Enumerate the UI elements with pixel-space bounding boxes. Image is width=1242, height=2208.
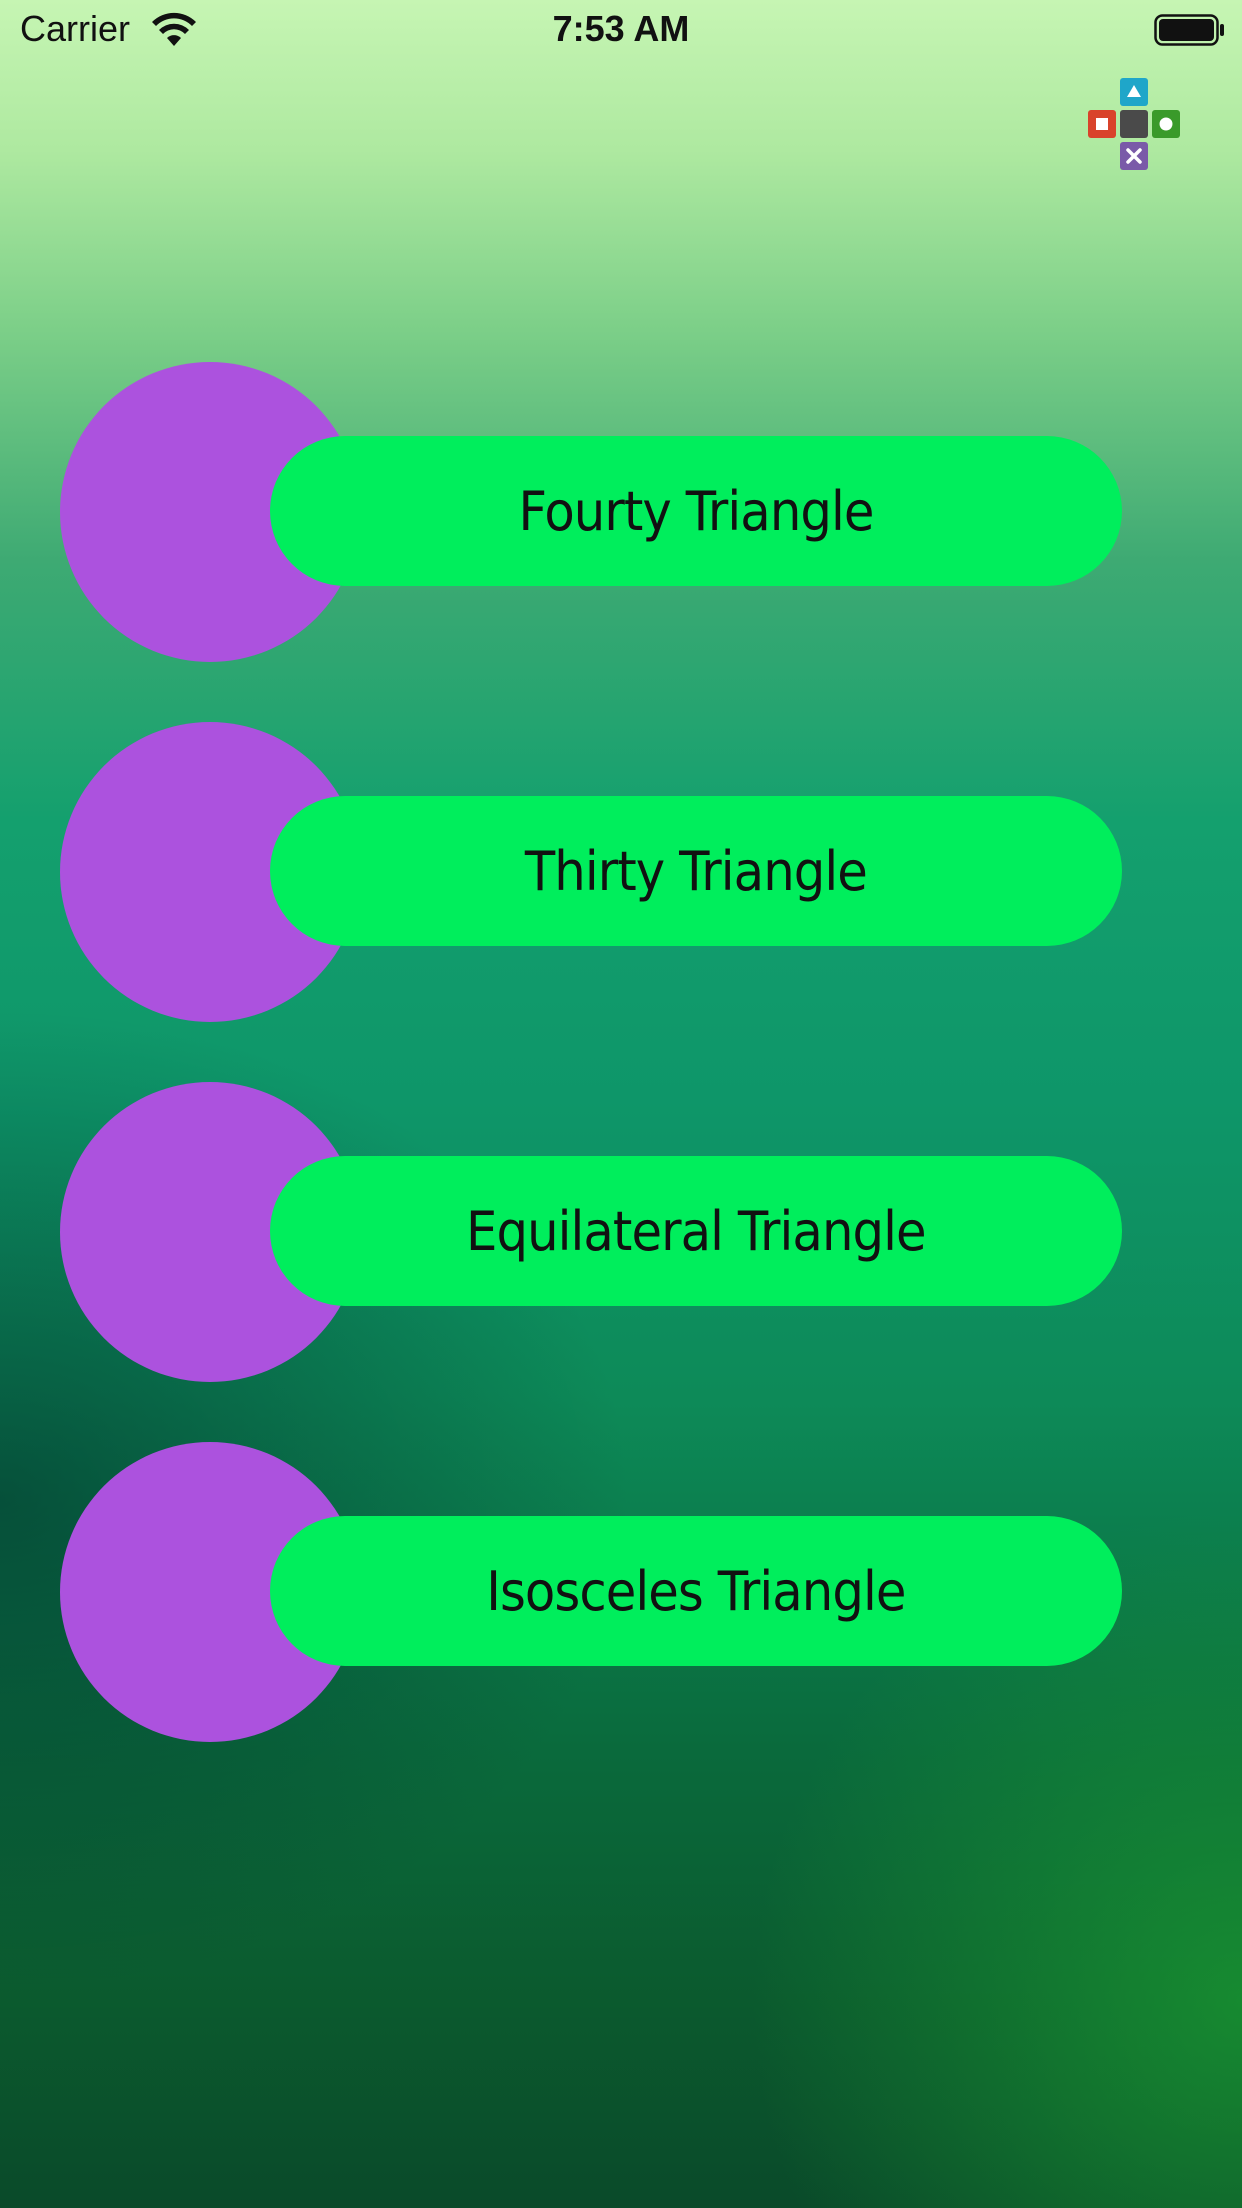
status-bar: Carrier 7:53 AM — [0, 0, 1242, 62]
button-label: Thirty Triangle — [524, 839, 868, 903]
equilateral-triangle-button[interactable]: Equilateral Triangle — [270, 1156, 1122, 1306]
button-label: Isosceles Triangle — [486, 1559, 906, 1623]
menu-row-isosceles: Isosceles Triangle — [60, 1442, 1122, 1742]
thirty-triangle-button[interactable]: Thirty Triangle — [270, 796, 1122, 946]
clock: 7:53 AM — [552, 8, 690, 49]
fourty-triangle-button[interactable]: Fourty Triangle — [270, 436, 1122, 586]
isosceles-triangle-button[interactable]: Isosceles Triangle — [270, 1516, 1122, 1666]
game-controls-logo-icon[interactable] — [1086, 76, 1182, 174]
menu-row-fourty: Fourty Triangle — [60, 362, 1122, 662]
button-label: Equilateral Triangle — [466, 1199, 927, 1263]
menu-row-thirty: Thirty Triangle — [60, 722, 1122, 1022]
button-label: Fourty Triangle — [518, 479, 874, 543]
battery-icon — [1154, 14, 1224, 46]
menu-row-equilateral: Equilateral Triangle — [60, 1082, 1122, 1382]
